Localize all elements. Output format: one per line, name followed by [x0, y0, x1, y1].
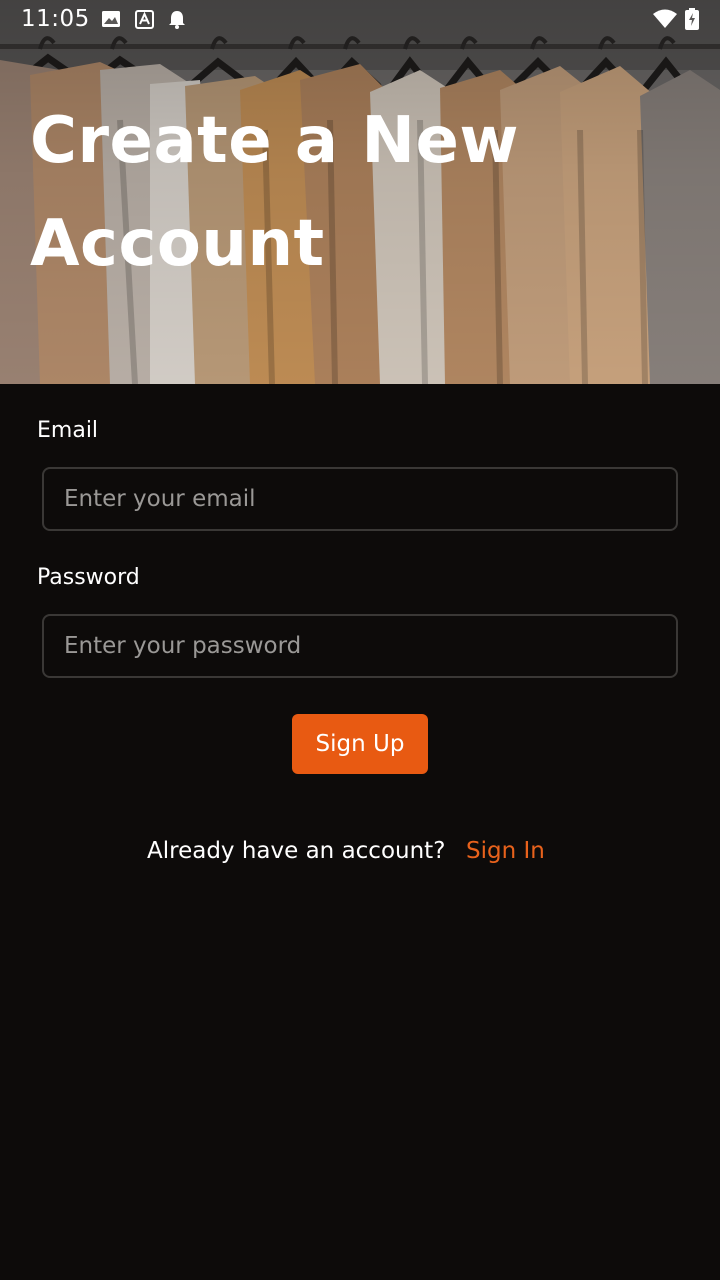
email-field[interactable]	[42, 467, 678, 531]
sign-up-button[interactable]: Sign Up	[292, 714, 428, 774]
page-title-line-1: Create a New	[30, 104, 519, 178]
page-title: Create a New Account	[30, 90, 690, 296]
bell-icon	[166, 8, 188, 30]
image-icon	[100, 8, 122, 30]
status-bar: 11:05	[0, 0, 720, 38]
sign-in-prompt: Already have an account?	[147, 838, 446, 864]
password-field[interactable]	[42, 614, 678, 678]
sign-in-link[interactable]: Sign In	[466, 838, 545, 864]
password-label: Password	[37, 565, 140, 590]
text-a-icon	[134, 8, 156, 30]
sign-up-screen: 11:05 Create a New Account Email Enter y…	[0, 0, 720, 1280]
status-time: 11:05	[21, 6, 90, 32]
wifi-icon	[652, 8, 678, 30]
sign-in-row: Already have an account? Sign In	[0, 836, 720, 870]
email-label: Email	[37, 418, 99, 443]
page-title-line-2: Account	[30, 207, 325, 281]
battery-charging-icon	[684, 8, 700, 30]
